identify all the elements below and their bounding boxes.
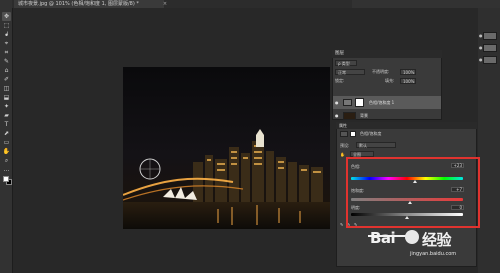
skyline-image xyxy=(123,67,330,229)
watermark-brand-2: 经验 xyxy=(422,231,452,249)
tool-icon[interactable]: ▭ xyxy=(2,138,11,147)
properties-subtitle: 色相/饱和度 xyxy=(360,131,382,136)
layer-thumbnail[interactable] xyxy=(483,44,497,52)
tool-icon[interactable]: ✥ xyxy=(2,12,11,21)
eyedropper-icon[interactable]: ✎ xyxy=(340,222,343,227)
tool-icon[interactable]: ᖱ xyxy=(2,30,11,39)
fill-field[interactable]: 100% xyxy=(400,78,416,84)
tool-icon[interactable]: ⬓ xyxy=(2,93,11,102)
close-icon[interactable]: × xyxy=(162,1,168,7)
watermark-brand: Bai xyxy=(370,229,396,247)
tool-icon[interactable]: … xyxy=(2,165,11,174)
highlight-box xyxy=(346,157,480,228)
tool-icon[interactable]: ✐ xyxy=(2,75,11,84)
tool-icon[interactable]: T xyxy=(2,120,11,129)
layers-panel-title: 图层 xyxy=(332,50,442,58)
layer-name: 背景 xyxy=(360,113,368,118)
adjustment-thumbnail-icon xyxy=(343,99,352,106)
background-thumbnail xyxy=(343,112,356,120)
hue-saturation-icon xyxy=(340,131,348,137)
layer-thumbnail[interactable] xyxy=(483,56,497,64)
properties-panel-title: 属性 xyxy=(336,122,477,129)
layer-mask-thumbnail[interactable] xyxy=(355,98,364,107)
tool-icon[interactable]: ⌂ xyxy=(2,66,11,75)
tool-icon[interactable]: ✋ xyxy=(2,147,11,156)
layer-row-background[interactable]: ● 背景 xyxy=(333,109,441,122)
mask-icon[interactable] xyxy=(350,131,356,137)
layer-name: 色相/饱和度 1 xyxy=(369,100,395,105)
lock-label: 锁定: xyxy=(335,78,345,83)
foreground-color-swatch[interactable] xyxy=(3,176,9,182)
target-hand-icon[interactable]: ✋ xyxy=(340,152,345,157)
eye-icon[interactable]: ● xyxy=(335,96,339,109)
document-tab[interactable]: 城市夜景.jpg @ 101% (色相/饱和度 1, 图层蒙版/8) * xyxy=(14,0,164,8)
tool-icon[interactable]: ⬚ xyxy=(2,21,11,30)
tool-icon[interactable]: ⌗ xyxy=(2,48,11,57)
preset-select[interactable]: 默认 xyxy=(356,142,396,148)
tool-icon[interactable]: ◫ xyxy=(2,84,11,93)
layer-row-adjustment[interactable]: ● 色相/饱和度 1 xyxy=(333,96,441,109)
blend-mode-select[interactable]: 正常 xyxy=(335,69,365,75)
tool-icon[interactable]: ⌖ xyxy=(2,39,11,48)
preset-label: 预设: xyxy=(340,143,350,148)
layer-filter-select[interactable]: ρ 类型 xyxy=(335,60,357,66)
tool-icon[interactable]: ▰ xyxy=(2,111,11,120)
city-night-photo[interactable] xyxy=(123,67,330,229)
tool-icon[interactable]: ✎ xyxy=(2,57,11,66)
layer-thumbnail[interactable] xyxy=(483,32,497,40)
baidu-watermark: Bai 经验 xyxy=(362,227,474,251)
tool-icon[interactable]: ⬈ xyxy=(2,129,11,138)
watermark-url: jingyan.baidu.com xyxy=(410,251,457,257)
fill-label: 填充: xyxy=(385,78,395,83)
tool-icon[interactable]: ⌕ xyxy=(2,156,11,165)
opacity-label: 不透明度: xyxy=(372,69,390,74)
tool-icon[interactable]: ✦ xyxy=(2,102,11,111)
paw-logo-icon xyxy=(405,230,419,244)
opacity-field[interactable]: 100% xyxy=(400,69,416,75)
eye-icon[interactable]: ● xyxy=(335,109,339,122)
